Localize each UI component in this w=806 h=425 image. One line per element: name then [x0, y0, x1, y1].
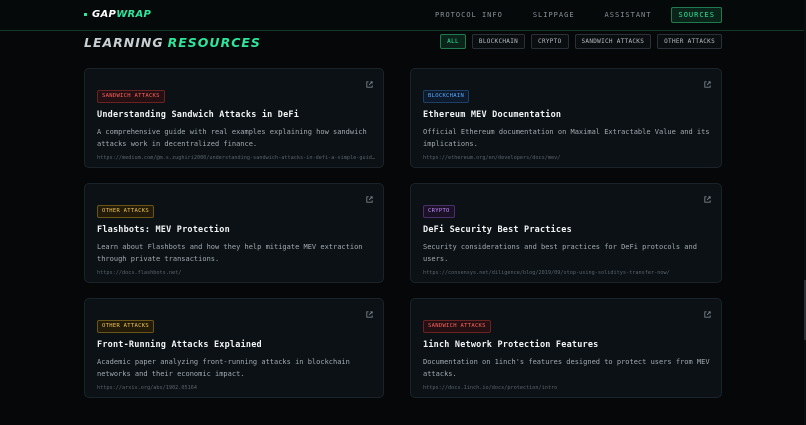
page-title-part2: RESOURCES [167, 35, 261, 50]
filter-crypto[interactable]: CRYPTO [531, 34, 569, 49]
nav-sources[interactable]: SOURCES [671, 7, 722, 23]
resource-url[interactable]: https://medium.com/@m.s.zughiri2000/unde… [97, 155, 383, 161]
external-link-icon[interactable] [365, 310, 374, 319]
filter-blockchain[interactable]: BLOCKCHAIN [471, 34, 526, 49]
brand-prefix: GAP [92, 9, 117, 20]
resource-card[interactable]: CRYPTO DeFi Security Best Practices Secu… [410, 183, 722, 283]
resource-grid: SANDWICH ATTACKS Understanding Sandwich … [84, 68, 722, 398]
resource-title: Ethereum MEV Documentation [423, 110, 562, 120]
external-link-icon[interactable] [365, 195, 374, 204]
brand-suffix: WRAP [116, 9, 152, 20]
external-link-icon[interactable] [703, 195, 712, 204]
external-link-icon[interactable] [703, 310, 712, 319]
resource-description: Learn about Flashbots and how they help … [97, 243, 363, 263]
filter-sandwich-attacks[interactable]: SANDWICH ATTACKS [574, 34, 652, 49]
resource-card[interactable]: BLOCKCHAIN Ethereum MEV Documentation Of… [410, 68, 722, 168]
category-tag: BLOCKCHAIN [423, 90, 470, 103]
resource-description: Official Ethereum documentation on Maxim… [423, 128, 710, 148]
brand-name: GAPWRAP [92, 9, 151, 20]
nav-protocol-info[interactable]: PROTOCOL INFO [435, 11, 503, 19]
resource-url[interactable]: https://docs.flashbots.net/ [97, 270, 383, 276]
resource-title: Front-Running Attacks Explained [97, 340, 262, 350]
resource-card[interactable]: OTHER ATTACKS Front-Running Attacks Expl… [84, 298, 384, 398]
resource-description: A comprehensive guide with real examples… [97, 128, 367, 148]
resource-card[interactable]: OTHER ATTACKS Flashbots: MEV Protection … [84, 183, 384, 283]
nav-slippage[interactable]: SLIPPAGE [533, 11, 575, 19]
top-navigation-bar: GAPWRAP PROTOCOL INFO SLIPPAGE ASSISTANT… [0, 0, 806, 31]
page-title: LEARNING RESOURCES [84, 32, 261, 51]
page-title-part1: LEARNING [84, 35, 164, 50]
category-tag: SANDWICH ATTACKS [97, 90, 165, 103]
resource-title: 1inch Network Protection Features [423, 340, 599, 350]
logo-dot-icon [84, 13, 87, 16]
brand-logo[interactable]: GAPWRAP [84, 9, 151, 20]
filter-other-attacks[interactable]: OTHER ATTACKS [657, 34, 722, 49]
category-tag: SANDWICH ATTACKS [423, 320, 491, 333]
main-nav: PROTOCOL INFO SLIPPAGE ASSISTANT SOURCES [405, 7, 722, 23]
category-tag: OTHER ATTACKS [97, 205, 154, 218]
resource-card[interactable]: SANDWICH ATTACKS Understanding Sandwich … [84, 68, 384, 168]
resource-url[interactable]: https://ethereum.org/en/developers/docs/… [423, 155, 709, 161]
resource-url[interactable]: https://consensys.net/diligence/blog/201… [423, 270, 709, 276]
resource-title: DeFi Security Best Practices [423, 225, 572, 235]
resource-url[interactable]: https://docs.1inch.io/docs/protection/in… [423, 385, 709, 391]
resource-title: Understanding Sandwich Attacks in DeFi [97, 110, 300, 120]
resource-description: Academic paper analyzing front-running a… [97, 358, 350, 378]
external-link-icon[interactable] [365, 80, 374, 89]
filter-bar: ALL BLOCKCHAIN CRYPTO SANDWICH ATTACKS O… [434, 34, 722, 49]
filter-all[interactable]: ALL [440, 34, 466, 49]
nav-assistant[interactable]: ASSISTANT [605, 11, 652, 19]
resource-description: Security considerations and best practic… [423, 243, 697, 263]
external-link-icon[interactable] [703, 80, 712, 89]
resource-card[interactable]: SANDWICH ATTACKS 1inch Network Protectio… [410, 298, 722, 398]
category-tag: OTHER ATTACKS [97, 320, 154, 333]
resource-title: Flashbots: MEV Protection [97, 225, 230, 235]
resource-url[interactable]: https://arxiv.org/abs/1902.05164 [97, 385, 383, 391]
resource-description: Documentation on 1inch's features design… [423, 358, 710, 378]
category-tag: CRYPTO [423, 205, 455, 218]
